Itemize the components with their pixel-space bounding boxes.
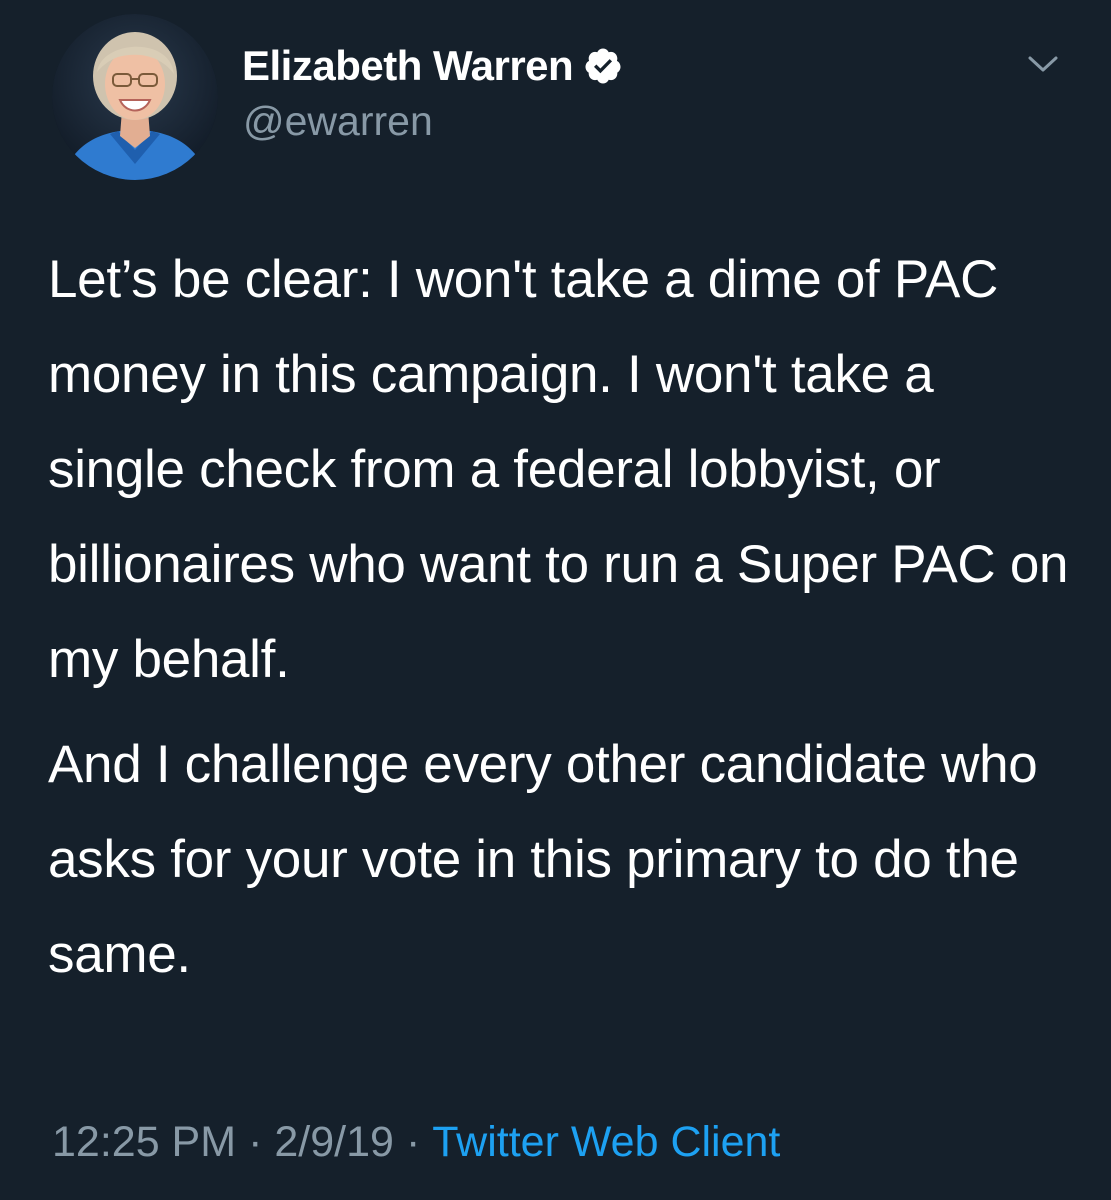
meta-separator: · <box>248 1118 263 1166</box>
avatar-photo <box>52 14 218 180</box>
client-link[interactable]: Twitter Web Client <box>432 1118 780 1166</box>
author-name-row[interactable]: Elizabeth Warren <box>242 40 623 92</box>
tweet-text: Let’s be clear: I won't take a dime of P… <box>48 232 1078 1002</box>
tweet-paragraph: Let’s be clear: I won't take a dime of P… <box>48 250 1069 689</box>
tweet-paragraph: And I challenge every other candidate wh… <box>48 735 1038 984</box>
author-display-name[interactable]: Elizabeth Warren <box>242 42 574 90</box>
tweet-time[interactable]: 12:25 PM <box>52 1118 236 1166</box>
tweet-date[interactable]: 2/9/19 <box>274 1118 394 1166</box>
chevron-down-icon[interactable] <box>1024 50 1062 78</box>
verified-badge-icon <box>583 46 623 86</box>
author-handle[interactable]: @ewarren <box>243 98 433 145</box>
tweet-card: Elizabeth Warren @ewarren Let’s be clear… <box>0 0 1111 1200</box>
tweet-meta: 12:25 PM · 2/9/19 · Twitter Web Client <box>52 1118 780 1167</box>
meta-separator: · <box>405 1118 421 1166</box>
avatar[interactable] <box>52 14 218 180</box>
